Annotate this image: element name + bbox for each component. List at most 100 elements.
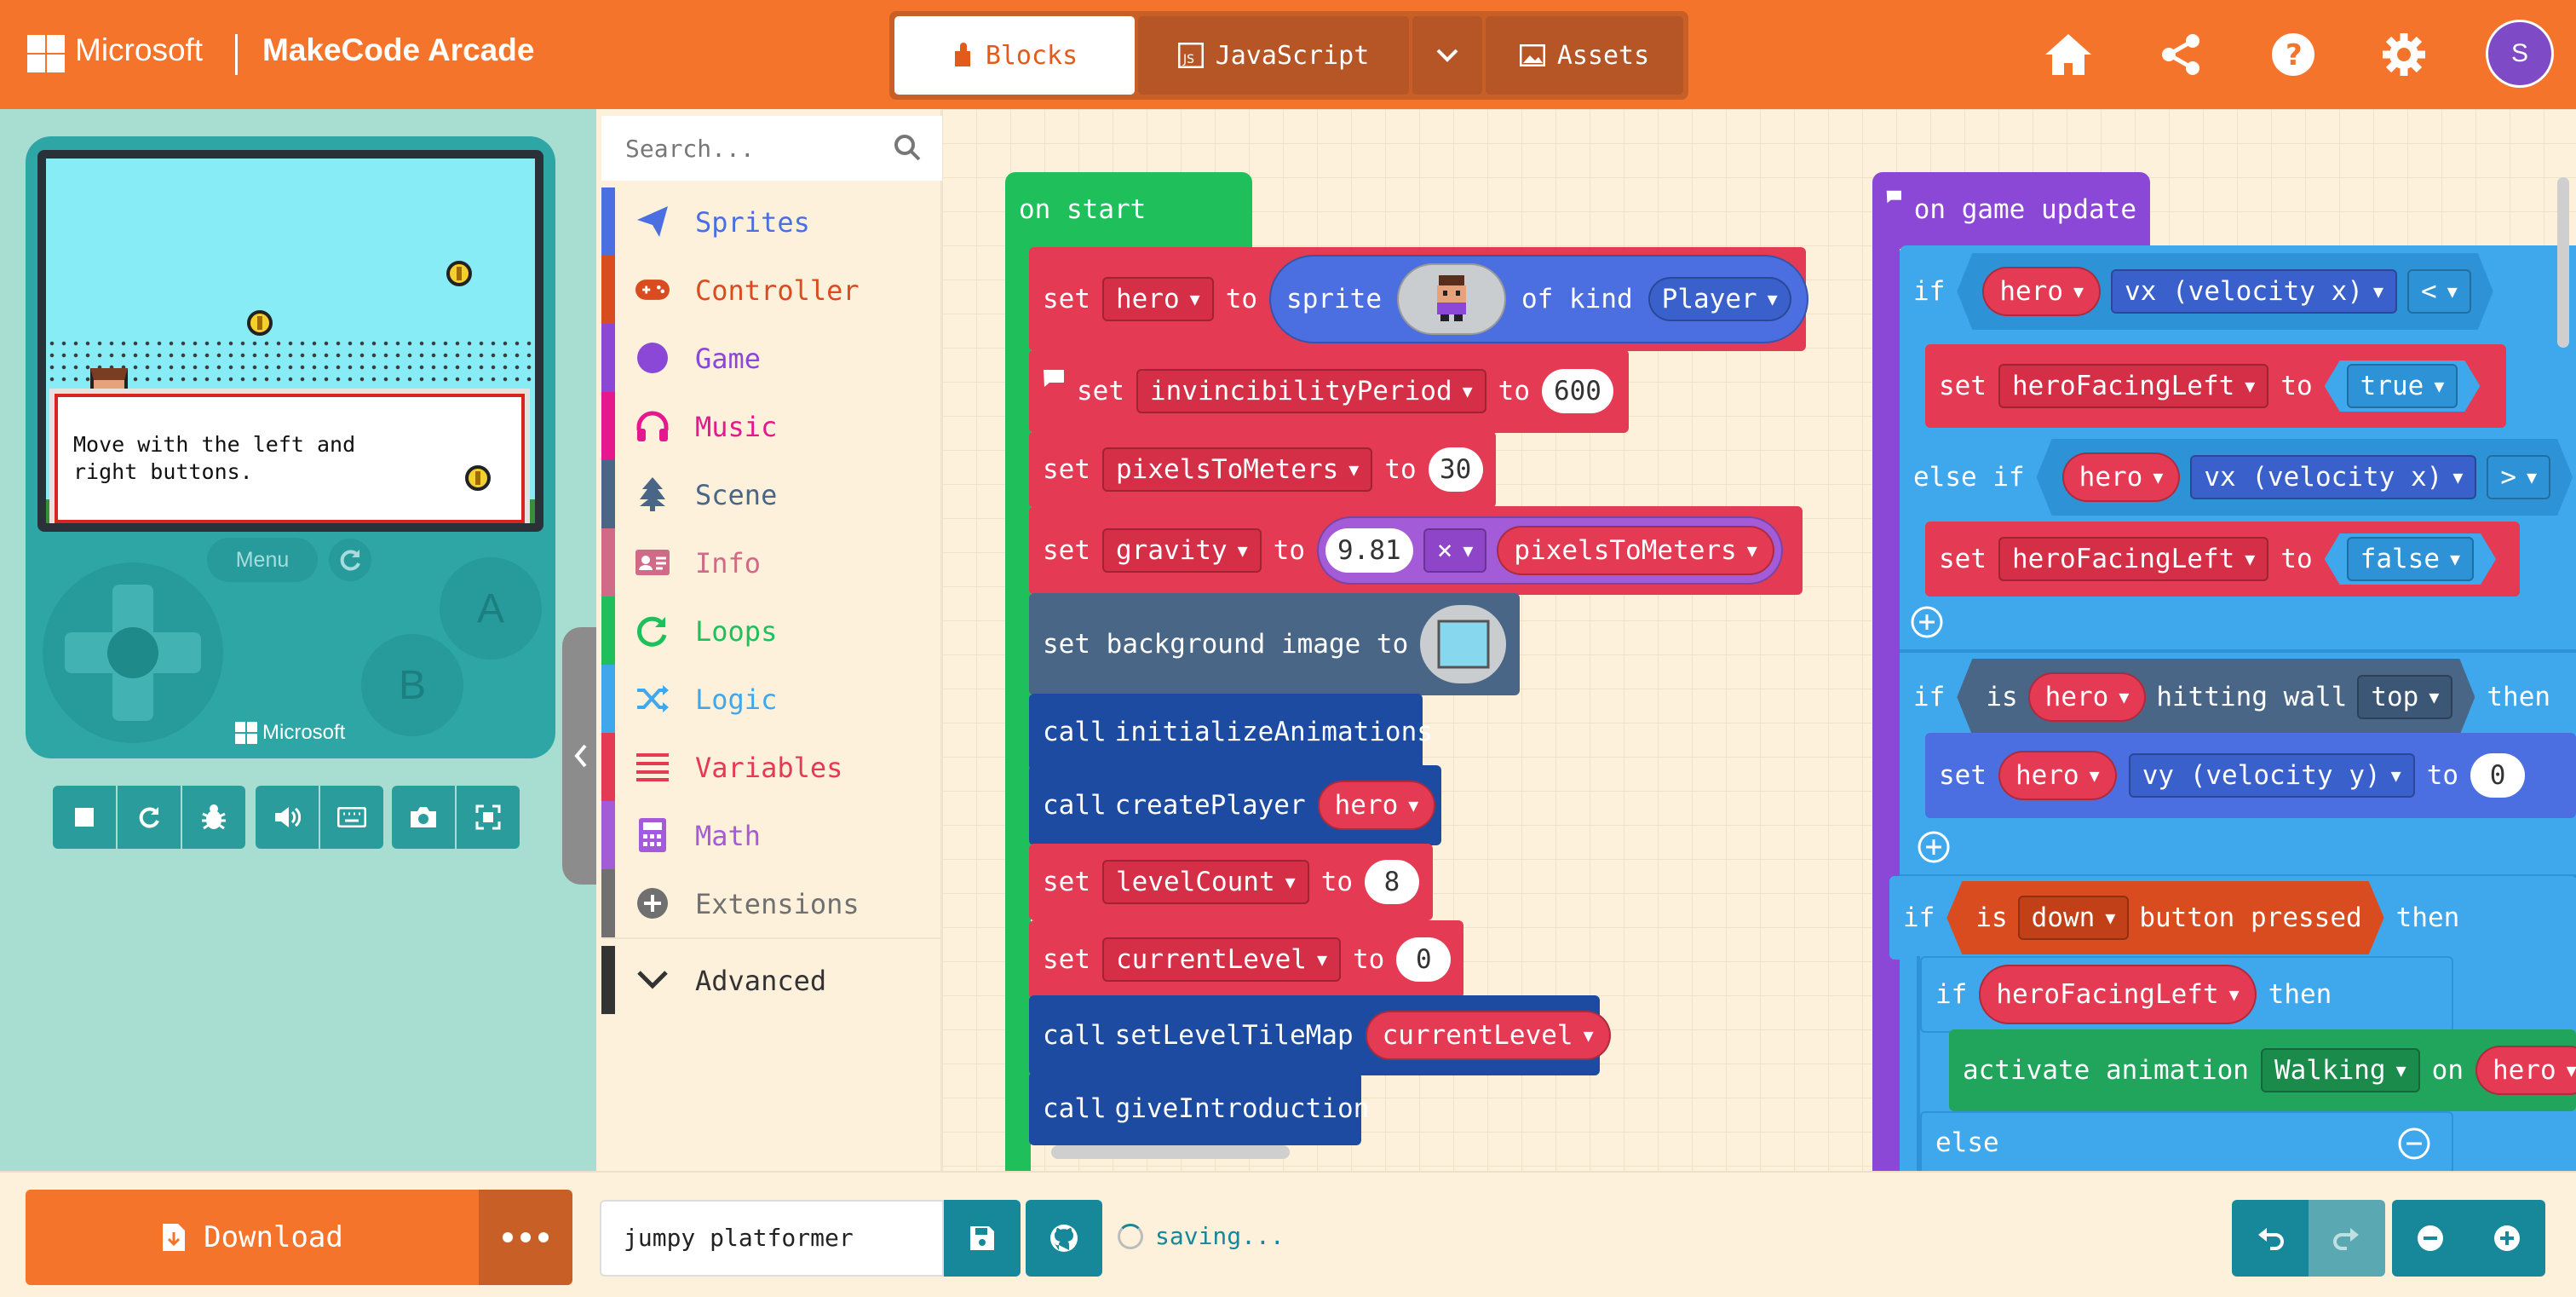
collapse-simulator-button[interactable] [562,627,600,885]
category-info[interactable]: Info [601,528,942,597]
sprite-image-picker[interactable] [1397,263,1507,335]
multiply-block[interactable]: 9.81 × ▼ pixelsToMeters ▼ [1317,516,1783,585]
variable-reporter[interactable]: heroFacingLeft ▼ [1979,965,2257,1024]
variable-reporter[interactable]: hero ▼ [1982,267,2101,316]
variable-reporter[interactable]: hero ▼ [1998,751,2117,800]
animation-dropdown[interactable]: Walking ▼ [2260,1048,2420,1092]
if-facing-left-block[interactable]: if heroFacingLeft ▼ then [1920,956,2453,1033]
compare-block[interactable]: hero ▼ vx (velocity x) ▼ < ▼ [1957,253,2493,330]
variable-reporter[interactable]: hero ▼ [1317,781,1436,830]
kind-dropdown[interactable]: Player ▼ [1647,277,1791,321]
hitting-wall-block[interactable]: is hero ▼ hitting wall top ▼ [1957,659,2475,735]
b-button[interactable]: B [361,634,463,736]
game-screen[interactable]: Move with the left and right buttons. [46,159,535,523]
on-start-block[interactable]: on start [1005,172,1252,249]
property-dropdown[interactable]: vx (velocity x) ▼ [2190,455,2476,499]
restart-button[interactable] [118,786,181,849]
tab-assets[interactable]: Assets [1486,16,1683,95]
variable-dropdown[interactable]: gravity ▼ [1102,528,1262,573]
vertical-scrollbar[interactable] [2557,177,2569,348]
set-current-level-block[interactable]: set currentLevel ▼ to 0 [1029,920,1463,999]
variable-reporter[interactable]: pixelsToMeters ▼ [1497,526,1774,575]
mute-button[interactable] [256,786,319,849]
number-input[interactable]: 30 [1428,447,1483,492]
button-pressed-block[interactable]: is down ▼ button pressed [1946,881,2383,954]
a-button[interactable]: A [440,557,542,660]
home-button[interactable] [2038,24,2099,85]
set-background-block[interactable]: set background image to [1029,593,1520,695]
variable-dropdown[interactable]: currentLevel ▼ [1102,937,1342,982]
direction-dropdown[interactable]: top ▼ [2357,675,2452,719]
console-reset-button[interactable] [329,539,371,581]
app-title[interactable]: MakeCode Arcade [262,32,534,68]
tab-javascript[interactable]: JS JavaScript [1138,16,1409,95]
horizontal-scrollbar[interactable] [1051,1145,1290,1159]
add-else-button[interactable] [1917,830,1951,868]
if-hero-vx-less-block[interactable]: if hero ▼ vx (velocity x) ▼ < ▼ [1900,247,2576,336]
download-button[interactable]: Download [26,1190,479,1285]
category-game[interactable]: Game [601,324,942,392]
if-down-pressed-block[interactable]: if is down ▼ button pressed then [1889,876,2576,960]
dpad[interactable] [43,562,223,743]
set-facing-left-false-block[interactable]: set heroFacingLeft ▼ to false ▼ [1925,522,2520,597]
search-icon[interactable] [893,133,922,162]
debug-button[interactable] [182,786,245,849]
call-give-introduction-block[interactable]: call giveIntroduction [1029,1072,1369,1145]
boolean-dropdown[interactable]: true ▼ [2347,364,2458,408]
background-image-picker[interactable] [1420,605,1506,683]
category-scene[interactable]: Scene [601,460,942,528]
set-facing-left-true-block[interactable]: set heroFacingLeft ▼ to true ▼ [1925,344,2506,428]
variable-reporter[interactable]: hero ▼ [2475,1046,2576,1095]
screenshot-button[interactable] [392,786,455,849]
undo-button[interactable] [2232,1200,2309,1277]
boolean-block[interactable]: false ▼ [2325,533,2496,585]
remove-else-icon[interactable] [2397,1127,2431,1161]
category-math[interactable]: Math [601,801,942,869]
stop-button[interactable] [53,786,116,849]
set-invincibility-block[interactable]: set invincibilityPeriod ▼ to 600 [1029,349,1629,433]
boolean-block[interactable]: true ▼ [2325,360,2481,412]
else-block[interactable]: else [1920,1111,2453,1171]
number-input[interactable]: 8 [1365,860,1420,904]
category-advanced[interactable]: Advanced [601,946,942,1014]
button-dropdown[interactable]: down ▼ [2018,896,2130,940]
github-button[interactable] [1026,1200,1102,1277]
variable-dropdown[interactable]: pixelsToMeters ▼ [1102,447,1373,492]
help-button[interactable]: ? [2263,24,2324,85]
set-hero-block[interactable]: set hero ▼ to sprite of kind Player ▼ [1029,247,1808,351]
call-set-level-tilemap-block[interactable]: call setLevelTileMap currentLevel ▼ [1029,995,1611,1075]
call-init-animations-block[interactable]: call initializeAnimations [1029,694,1433,770]
category-logic[interactable]: Logic [601,665,942,733]
zoom-out-button[interactable] [2392,1200,2469,1277]
variable-dropdown[interactable]: levelCount ▼ [1102,860,1309,904]
user-avatar[interactable]: S [2486,20,2554,88]
settings-button[interactable] [2373,24,2435,85]
activate-animation-block[interactable]: activate animation Walking ▼ on hero ▼ [1949,1029,2576,1111]
set-hero-vy-block[interactable]: set hero ▼ vy (velocity y) ▼ to 0 [1925,733,2576,818]
search-input[interactable] [625,134,898,163]
redo-button[interactable] [2309,1200,2385,1277]
category-music[interactable]: Music [601,392,942,460]
property-dropdown[interactable]: vy (velocity y) ▼ [2128,753,2415,798]
language-dropdown-button[interactable] [1412,16,1482,95]
save-button[interactable] [944,1200,1021,1277]
tab-blocks[interactable]: Blocks [894,16,1135,95]
variable-reporter[interactable]: hero ▼ [2028,672,2147,722]
operator-dropdown[interactable]: < ▼ [2407,269,2471,314]
operator-dropdown[interactable]: × ▼ [1423,528,1487,573]
variable-reporter[interactable]: hero ▼ [2062,453,2181,502]
category-controller[interactable]: Controller [601,256,942,324]
compare-block[interactable]: hero ▼ vx (velocity x) ▼ > ▼ [2037,439,2573,516]
set-gravity-block[interactable]: set gravity ▼ to 9.81 × ▼ pixelsToMeters ▼ [1029,506,1803,595]
blocks-workspace[interactable]: on start set hero ▼ to sprite of kind Pla… [942,109,2576,1171]
number-input[interactable]: 0 [1396,937,1452,982]
set-pixels-block[interactable]: set pixelsToMeters ▼ to 30 [1029,431,1496,508]
category-variables[interactable]: Variables [601,733,942,801]
add-else-button[interactable] [1910,605,1944,643]
property-dropdown[interactable]: vx (velocity x) ▼ [2111,269,2397,314]
if-hero-hitting-wall-block[interactable]: if is hero ▼ hitting wall top ▼ then [1900,654,2576,740]
boolean-dropdown[interactable]: false ▼ [2347,537,2474,581]
variable-reporter[interactable]: currentLevel ▼ [1365,1011,1611,1060]
category-sprites[interactable]: Sprites [601,187,942,256]
project-name-input[interactable] [624,1224,930,1252]
